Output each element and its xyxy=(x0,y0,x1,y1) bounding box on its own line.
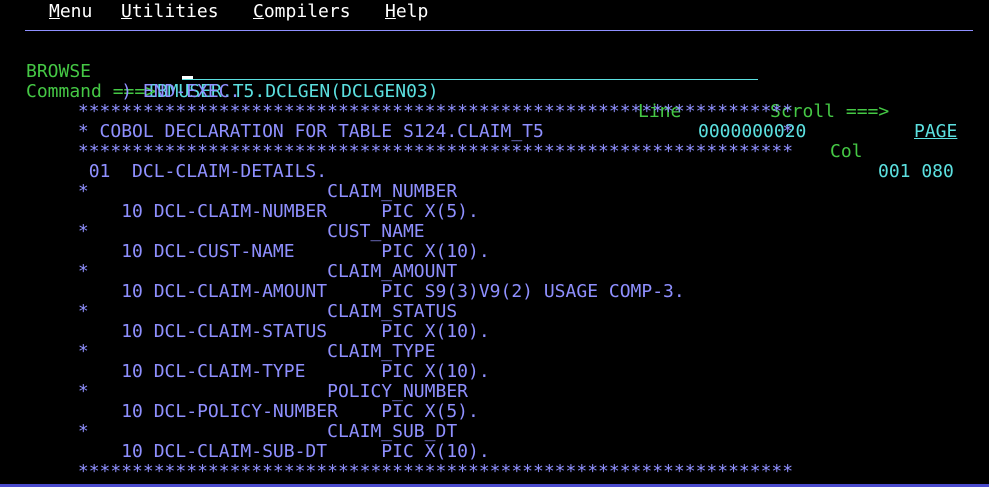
content-line: 10 DCL-CUST-NAME PIC X(10). xyxy=(2,241,490,262)
col-label: Col xyxy=(830,141,863,162)
content-line: * CUST_NAME xyxy=(2,221,425,242)
content-line: 10 DCL-CLAIM-NUMBER PIC X(5). xyxy=(2,201,479,222)
content-line: 10 DCL-CLAIM-SUB-DT PIC X(10). xyxy=(2,441,490,462)
content-line: ) END-EXEC. xyxy=(2,81,241,102)
content-line: * COBOL DECLARATION FOR TABLE S124.CLAIM… xyxy=(2,121,794,142)
content-line: 10 DCL-POLICY-NUMBER PIC X(5). xyxy=(2,401,479,422)
content-line: 10 DCL-CLAIM-AMOUNT PIC S9(3)V9(2) USAGE… xyxy=(2,281,685,302)
content-line: ****************************************… xyxy=(2,461,794,482)
content-line: * POLICY_NUMBER xyxy=(2,381,468,402)
menu-item-utilities[interactable]: Utilities xyxy=(121,2,219,22)
menu-bar: Menu Utilities Compilers Help xyxy=(0,0,989,28)
content-line: * CLAIM_TYPE xyxy=(2,341,436,362)
col-value: 001 080 xyxy=(878,161,954,182)
terminal-screen: Menu Utilities Compilers Help BROWSE IBM… xyxy=(0,0,989,487)
menu-item-menu[interactable]: Menu xyxy=(49,2,92,22)
content-line: * CLAIM_SUB_DT xyxy=(2,421,458,442)
content-line: * CLAIM_STATUS xyxy=(2,301,458,322)
header-line: BROWSE IBMUSER.T5.DCLGEN(DCLGEN03) Line … xyxy=(0,42,954,182)
text-cursor xyxy=(182,76,193,79)
content-line: ****************************************… xyxy=(2,141,794,162)
content-line: 10 DCL-CLAIM-TYPE PIC X(10). xyxy=(2,361,490,382)
content-line: ****************************************… xyxy=(2,101,794,122)
scroll-value[interactable]: PAGE xyxy=(914,122,957,142)
command-line: Command ===> Scroll ===> PAGE xyxy=(0,62,957,142)
content-line: * CLAIM_NUMBER xyxy=(2,181,458,202)
content-line: 10 DCL-CLAIM-STATUS PIC X(10). xyxy=(2,321,490,342)
menu-separator xyxy=(25,30,973,31)
menu-item-help[interactable]: Help xyxy=(385,2,428,22)
command-input[interactable] xyxy=(182,60,758,80)
menu-item-compilers[interactable]: Compilers xyxy=(253,2,351,22)
content-line: 01 DCL-CLAIM-DETAILS. xyxy=(2,161,328,182)
content-line: * CLAIM_AMOUNT xyxy=(2,261,458,282)
